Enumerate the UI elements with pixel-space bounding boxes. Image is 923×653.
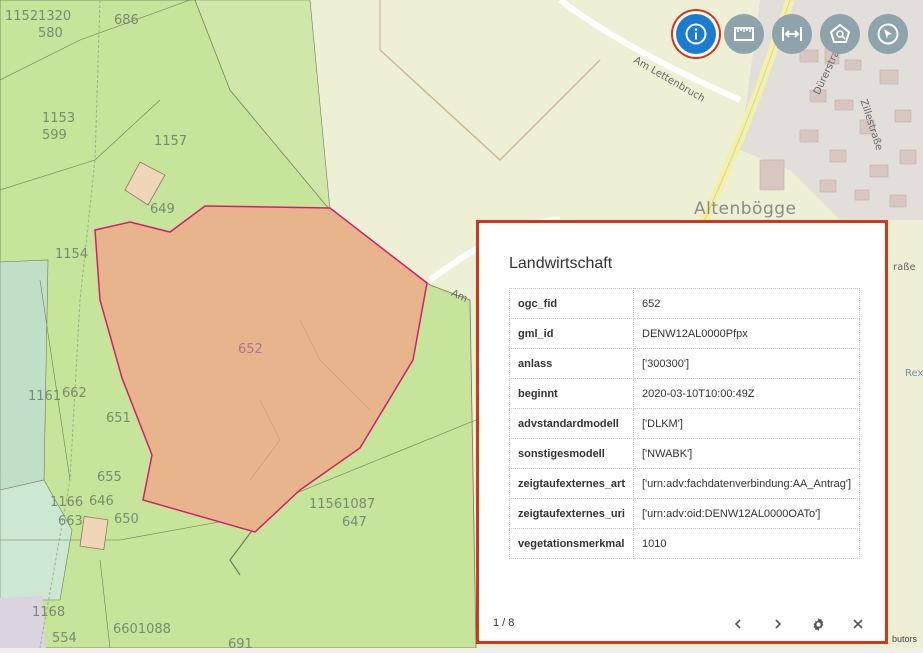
pointer-icon bbox=[877, 23, 899, 45]
attribute-key: zeigtaufexternes_art bbox=[509, 468, 634, 499]
table-row: zeigtaufexternes_uri ['urn:adv:oid:DENW12… bbox=[509, 498, 861, 529]
panel-footer: 1 / 8 bbox=[493, 615, 871, 633]
settings-button[interactable] bbox=[808, 615, 828, 633]
attribute-value: ['urn:adv:fachdatenverbindung:AA_Antrag'… bbox=[632, 468, 861, 499]
area-measure-tool-button[interactable] bbox=[724, 14, 764, 54]
ruler-icon bbox=[734, 27, 754, 41]
chevron-right-icon bbox=[775, 619, 782, 629]
table-row: anlass ['300300'] bbox=[509, 348, 861, 379]
parcel-number-686: 686 bbox=[114, 13, 139, 28]
meadow-area bbox=[0, 259, 49, 491]
attribute-key: anlass bbox=[509, 348, 634, 379]
attribute-key: gml_id bbox=[509, 318, 634, 349]
parcel-number-11561087: 11561087 bbox=[309, 497, 376, 512]
parcel-number-662: 662 bbox=[62, 386, 87, 401]
info-tool-button[interactable] bbox=[676, 14, 716, 54]
farm-building-2 bbox=[79, 516, 109, 550]
table-row: ogc_fid 652 bbox=[509, 288, 861, 319]
attribute-value: ['DLKM'] bbox=[632, 408, 861, 439]
previous-button[interactable] bbox=[728, 615, 748, 633]
table-row: advstandardmodell ['DLKM'] bbox=[509, 408, 861, 439]
parcel-number-663: 663 bbox=[58, 514, 83, 529]
parcel-number-1153: 1153 bbox=[42, 111, 76, 126]
chevron-left-icon bbox=[734, 619, 741, 629]
attribute-key: vegetationsmerkmal bbox=[509, 528, 634, 559]
polygon-select-icon bbox=[829, 23, 851, 43]
parcel-number-650: 650 bbox=[114, 512, 139, 527]
selected-parcel-label: 652 bbox=[238, 342, 263, 357]
pointer-tool-button[interactable] bbox=[868, 14, 908, 54]
parcel-number-11521320: 11521320 bbox=[5, 9, 72, 24]
parcel-number-1157: 1157 bbox=[154, 134, 188, 149]
parcel-number-691: 691 bbox=[228, 637, 253, 652]
attribute-value: ['urn:adv:oid:DENW12AL0000OATo'] bbox=[632, 498, 861, 529]
table-row: zeigtaufexternes_art ['urn:adv:fachdatenv… bbox=[509, 468, 861, 499]
info-icon bbox=[685, 23, 707, 45]
attribute-value: DENW12AL0000Pfpx bbox=[632, 318, 861, 349]
street-label-rex: Rex bbox=[905, 368, 923, 379]
feature-info-panel: Landwirtschaft ogc_fid 652 gml_id DENW12AL… bbox=[476, 220, 888, 644]
parcel-number-6601088: 6601088 bbox=[113, 622, 171, 637]
parcel-number-599: 599 bbox=[42, 128, 67, 143]
pager-label: 1 / 8 bbox=[493, 617, 515, 629]
parcel-number-651: 651 bbox=[106, 411, 131, 426]
attribute-key: beginnt bbox=[509, 378, 634, 409]
attribute-value: 1010 bbox=[632, 528, 861, 559]
polygon-select-tool-button[interactable] bbox=[820, 14, 860, 54]
attribute-key: ogc_fid bbox=[509, 288, 634, 319]
attribute-key: advstandardmodell bbox=[509, 408, 634, 439]
parcel-number-580: 580 bbox=[38, 26, 63, 41]
feature-info-title: Landwirtschaft bbox=[509, 255, 613, 272]
parcel-number-647: 647 bbox=[342, 515, 367, 530]
attribute-key: sonstigesmodell bbox=[509, 438, 634, 469]
attribute-value: 2020-03-10T10:00:49Z bbox=[632, 378, 861, 409]
built-area bbox=[0, 596, 46, 648]
distance-measure-tool-button[interactable] bbox=[772, 14, 812, 54]
table-row: beginnt 2020-03-10T10:00:49Z bbox=[509, 378, 861, 409]
parcel-number-1168: 1168 bbox=[32, 605, 66, 620]
gear-icon bbox=[813, 617, 823, 631]
street-label-strasse: raße bbox=[893, 262, 916, 273]
parcel-number-1166: 1166 bbox=[50, 495, 84, 510]
close-icon bbox=[853, 619, 863, 629]
next-button[interactable] bbox=[768, 615, 788, 633]
attribute-table: ogc_fid 652 gml_id DENW12AL0000Pfpx anlass… bbox=[509, 288, 861, 559]
parcel-number-649: 649 bbox=[150, 202, 175, 217]
attribute-value: ['NWABK'] bbox=[632, 438, 861, 469]
distance-icon bbox=[782, 27, 802, 41]
parcel-number-1154: 1154 bbox=[55, 247, 89, 262]
attribute-value: ['300300'] bbox=[632, 348, 861, 379]
parcel-number-554: 554 bbox=[52, 631, 77, 646]
map-attribution[interactable]: butors bbox=[892, 634, 917, 644]
close-button[interactable] bbox=[848, 615, 868, 633]
parcel-number-655: 655 bbox=[97, 470, 122, 485]
table-row: vegetationsmerkmal 1010 bbox=[509, 528, 861, 559]
parcel-number-1161: 1161 bbox=[28, 389, 62, 404]
parcel-number-646: 646 bbox=[89, 494, 114, 509]
attribute-value: 652 bbox=[632, 288, 861, 319]
table-row: sonstigesmodell ['NWABK'] bbox=[509, 438, 861, 469]
table-row: gml_id DENW12AL0000Pfpx bbox=[509, 318, 861, 349]
place-name-label: Altenbögge bbox=[694, 199, 797, 219]
attribute-key: zeigtaufexternes_uri bbox=[509, 498, 634, 529]
